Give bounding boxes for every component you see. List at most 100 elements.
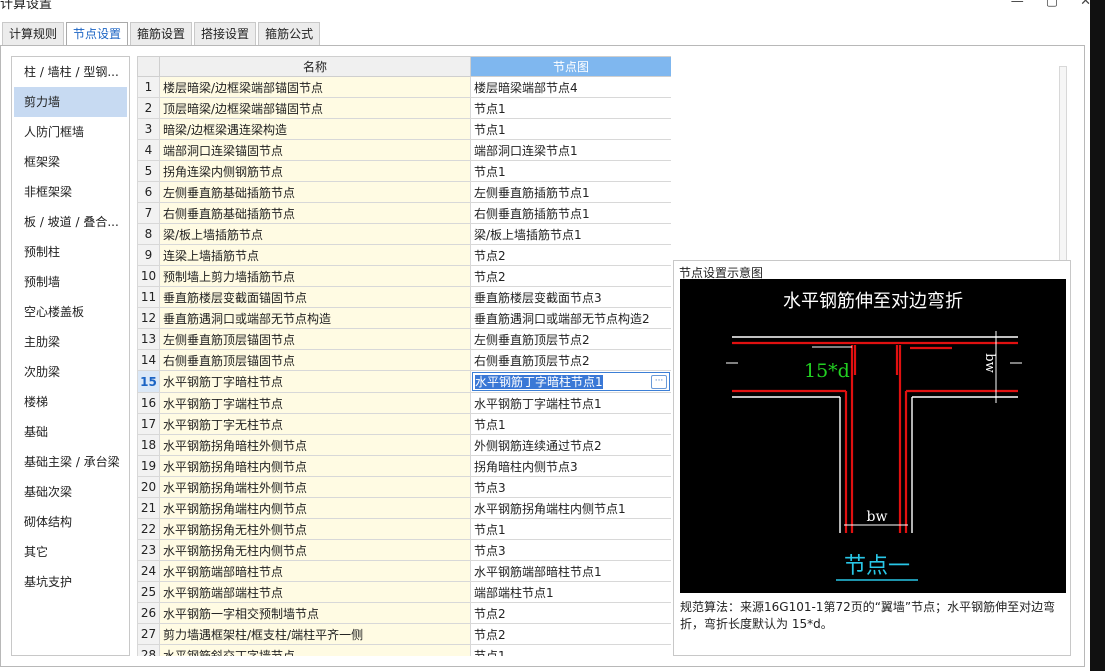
table-row[interactable]: 15 水平钢筋丁字暗柱节点 水平钢筋丁字暗柱节点1 ··· <box>137 370 671 393</box>
table-row[interactable]: 7 右侧垂直筋基础插筋节点 右侧垂直筋插筋节点1 <box>137 202 671 224</box>
sidebar-item-1[interactable]: 剪力墙 <box>14 87 127 117</box>
grid-scrollbar[interactable] <box>1059 66 1067 266</box>
sidebar-item-11[interactable]: 楼梯 <box>12 387 129 417</box>
table-row[interactable]: 26 水平钢筋一字相交预制墙节点 节点2 <box>137 602 671 624</box>
sidebar-item-2[interactable]: 人防门框墙 <box>12 117 129 147</box>
sidebar-item-7[interactable]: 预制墙 <box>12 267 129 297</box>
node-image-editor[interactable]: 水平钢筋丁字暗柱节点1 ··· <box>470 370 671 393</box>
node-image-cell[interactable]: 右侧垂直筋顶层节点2 <box>470 349 671 371</box>
table-row[interactable]: 1 楼层暗梁/边框梁端部锚固节点 楼层暗梁端部节点4 <box>137 76 671 98</box>
tab-4[interactable]: 箍筋公式 <box>258 22 321 46</box>
name-column-header: 名称 <box>159 56 471 77</box>
tab-0[interactable]: 计算规则 <box>2 22 65 46</box>
node-image-cell[interactable]: 节点1 <box>470 97 671 119</box>
node-image-cell[interactable]: 水平钢筋端部暗柱节点1 <box>470 560 671 582</box>
node-image-cell[interactable]: 端部洞口连梁节点1 <box>470 139 671 161</box>
bottom-dimension-label: bw <box>867 509 888 525</box>
table-row[interactable]: 5 拐角连梁内侧钢筋节点 节点1 <box>137 160 671 182</box>
table-row[interactable]: 21 水平钢筋拐角端柱内侧节点 水平钢筋拐角端柱内侧节点1 <box>137 497 671 519</box>
sidebar-item-4[interactable]: 非框架梁 <box>12 177 129 207</box>
node-image-cell[interactable]: 节点2 <box>470 244 671 266</box>
node-image-cell[interactable]: 右侧垂直筋插筋节点1 <box>470 202 671 224</box>
node-image-cell[interactable]: 水平钢筋拐角端柱内侧节点1 <box>470 497 671 519</box>
table-row[interactable]: 20 水平钢筋拐角端柱外侧节点 节点3 <box>137 476 671 498</box>
sidebar-item-3[interactable]: 框架梁 <box>12 147 129 177</box>
sidebar-item-0[interactable]: 柱 / 墙柱 / 型钢... <box>12 57 129 87</box>
sidebar-item-13[interactable]: 基础主梁 / 承台梁 <box>12 447 129 477</box>
node-image-cell[interactable]: 垂直筋楼层变截面节点3 <box>470 286 671 308</box>
table-row[interactable]: 22 水平钢筋拐角无柱外侧节点 节点1 <box>137 518 671 540</box>
wall-outline <box>732 336 1018 533</box>
node-name-cell: 预制墙上剪力墙插筋节点 <box>159 265 471 287</box>
sidebar-item-15[interactable]: 砌体结构 <box>12 507 129 537</box>
row-number: 10 <box>137 265 160 287</box>
sidebar-item-12[interactable]: 基础 <box>12 417 129 447</box>
node-image-cell[interactable]: 水平钢筋丁字端柱节点1 <box>470 392 671 414</box>
rebar-lines <box>732 341 1018 533</box>
row-number: 21 <box>137 497 160 519</box>
table-row[interactable]: 17 水平钢筋丁字无柱节点 节点1 <box>137 413 671 435</box>
table-row[interactable]: 14 右侧垂直筋顶层锚固节点 右侧垂直筋顶层节点2 <box>137 349 671 371</box>
table-row[interactable]: 18 水平钢筋拐角暗柱外侧节点 外侧钢筋连续通过节点2 <box>137 434 671 456</box>
node-image-cell[interactable]: 拐角暗柱内侧节点3 <box>470 455 671 477</box>
node-image-cell[interactable]: 端部端柱节点1 <box>470 581 671 603</box>
settings-tabs: 计算规则 节点设置 箍筋设置 搭接设置 箍筋公式 <box>0 22 321 47</box>
table-row[interactable]: 13 左侧垂直筋顶层锚固节点 左侧垂直筋顶层节点2 <box>137 328 671 350</box>
node-image-cell[interactable]: 节点1 <box>470 160 671 182</box>
node-image-cell[interactable]: 节点2 <box>470 623 671 645</box>
node-image-cell[interactable]: 节点1 <box>470 118 671 140</box>
sidebar-item-14[interactable]: 基础次梁 <box>12 477 129 507</box>
table-row[interactable]: 28 水平钢筋斜交丁字墙节点 节点1 <box>137 644 671 656</box>
tab-1[interactable]: 节点设置 <box>66 22 129 47</box>
minimize-icon[interactable]: — <box>1011 0 1024 9</box>
row-number: 19 <box>137 455 160 477</box>
table-row[interactable]: 12 垂直筋遇洞口或端部无节点构造 垂直筋遇洞口或端部无节点构造2 <box>137 307 671 329</box>
table-row[interactable]: 8 梁/板上墙插筋节点 梁/板上墙插筋节点1 <box>137 223 671 245</box>
sidebar-item-16[interactable]: 其它 <box>12 537 129 567</box>
table-row[interactable]: 10 预制墙上剪力墙插筋节点 节点2 <box>137 265 671 287</box>
node-image-cell[interactable]: 楼层暗梁端部节点4 <box>470 76 671 98</box>
node-image-cell[interactable]: 节点1 <box>470 518 671 540</box>
node-image-cell[interactable]: 节点2 <box>470 265 671 287</box>
sidebar-item-8[interactable]: 空心楼盖板 <box>12 297 129 327</box>
sidebar-item-10[interactable]: 次肋梁 <box>12 357 129 387</box>
sidebar-item-5[interactable]: 板 / 坡道 / 叠合... <box>12 207 129 237</box>
preview-description: 规范算法：来源16G101-1第72页的“翼墙”节点；水平钢筋伸至对边弯折，弯折… <box>680 600 1056 631</box>
sidebar-item-17[interactable]: 基坑支护 <box>12 567 129 597</box>
table-row[interactable]: 27 剪力墙遇框架柱/框支柱/端柱平齐一侧 节点2 <box>137 623 671 645</box>
ellipsis-icon[interactable]: ··· <box>651 374 667 389</box>
node-image-input[interactable]: 水平钢筋丁字暗柱节点1 ··· <box>472 372 670 391</box>
sidebar-item-6[interactable]: 预制柱 <box>12 237 129 267</box>
node-image-cell[interactable]: 垂直筋遇洞口或端部无节点构造2 <box>470 307 671 329</box>
table-row[interactable]: 24 水平钢筋端部暗柱节点 水平钢筋端部暗柱节点1 <box>137 560 671 582</box>
sidebar-item-9[interactable]: 主肋梁 <box>12 327 129 357</box>
node-image-cell[interactable]: 节点3 <box>470 539 671 561</box>
table-row[interactable]: 11 垂直筋楼层变截面锚固节点 垂直筋楼层变截面节点3 <box>137 286 671 308</box>
node-diagram-svg: 水平钢筋伸至对边弯折 15*d bw bw 节点一 <box>726 291 1022 581</box>
table-row[interactable]: 2 顶层暗梁/边框梁端部锚固节点 节点1 <box>137 97 671 119</box>
node-name-cell: 水平钢筋斜交丁字墙节点 <box>159 644 471 656</box>
tab-3[interactable]: 搭接设置 <box>194 22 257 46</box>
table-row[interactable]: 9 连梁上墙插筋节点 节点2 <box>137 244 671 266</box>
table-row[interactable]: 6 左侧垂直筋基础插筋节点 左侧垂直筋插筋节点1 <box>137 181 671 203</box>
node-image-cell[interactable]: 节点3 <box>470 476 671 498</box>
node-image-cell[interactable]: 节点1 <box>470 644 671 656</box>
node-image-cell[interactable]: 外侧钢筋连续通过节点2 <box>470 434 671 456</box>
table-row[interactable]: 19 水平钢筋拐角暗柱内侧节点 拐角暗柱内侧节点3 <box>137 455 671 477</box>
table-row[interactable]: 4 端部洞口连梁锚固节点 端部洞口连梁节点1 <box>137 139 671 161</box>
table-row[interactable]: 25 水平钢筋端部端柱节点 端部端柱节点1 <box>137 581 671 603</box>
title-bar: 计算设置 — ▢ ✕ <box>0 0 1105 16</box>
node-image-cell[interactable]: 左侧垂直筋顶层节点2 <box>470 328 671 350</box>
node-name-cell: 端部洞口连梁锚固节点 <box>159 139 471 161</box>
node-image-cell[interactable]: 节点2 <box>470 602 671 624</box>
row-number: 4 <box>137 139 160 161</box>
table-row[interactable]: 16 水平钢筋丁字端柱节点 水平钢筋丁字端柱节点1 <box>137 392 671 414</box>
node-image-cell[interactable]: 梁/板上墙插筋节点1 <box>470 223 671 245</box>
tab-2[interactable]: 箍筋设置 <box>130 22 193 46</box>
table-row[interactable]: 3 暗梁/边框梁遇连梁构造 节点1 <box>137 118 671 140</box>
node-image-cell[interactable]: 左侧垂直筋插筋节点1 <box>470 181 671 203</box>
diagram-heading: 水平钢筋伸至对边弯折 <box>783 291 963 312</box>
table-row[interactable]: 23 水平钢筋拐角无柱内侧节点 节点3 <box>137 539 671 561</box>
node-image-cell[interactable]: 节点1 <box>470 413 671 435</box>
maximize-icon[interactable]: ▢ <box>1046 0 1058 9</box>
